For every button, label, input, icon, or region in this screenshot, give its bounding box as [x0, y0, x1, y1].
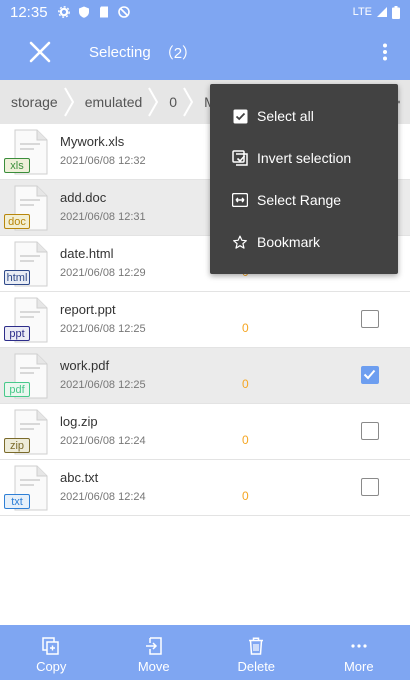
- file-size: 0: [242, 321, 249, 335]
- select-checkbox[interactable]: [361, 366, 379, 384]
- signal-icon: [377, 7, 387, 17]
- menu-item-select-all[interactable]: Select all: [210, 95, 398, 137]
- file-size: 0: [242, 377, 249, 391]
- file-row[interactable]: zip log.zip 2021/06/08 12:24 0: [0, 404, 410, 460]
- file-row[interactable]: txt abc.txt 2021/06/08 12:24 0: [0, 460, 410, 516]
- close-icon: [29, 41, 51, 63]
- overflow-menu: Select all Invert selection Select Range…: [210, 84, 398, 274]
- delete-label: Delete: [237, 659, 276, 674]
- breadcrumb-storage[interactable]: storage: [0, 94, 64, 110]
- settings-icon: [57, 6, 70, 18]
- file-extension-label: ppt: [4, 326, 30, 341]
- file-name: log.zip: [60, 414, 98, 429]
- breadcrumb-emulated[interactable]: emulated: [74, 94, 149, 110]
- menu-item-label: Select Range: [257, 192, 342, 208]
- file-date: 2021/06/08 12:25: [60, 323, 146, 335]
- breadcrumb-0[interactable]: 0: [158, 94, 183, 110]
- file-extension-label: xls: [4, 158, 30, 173]
- bottom-action-bar: Copy Move Delete More: [0, 625, 410, 680]
- no-sync-icon: [117, 6, 130, 18]
- file-extension-label: doc: [4, 214, 30, 229]
- move-icon: [145, 635, 163, 657]
- file-row[interactable]: ppt report.ppt 2021/06/08 12:25 0: [0, 292, 410, 348]
- star-outline-icon: [232, 234, 248, 250]
- page-title: Selecting: [89, 43, 151, 61]
- select-range-icon: [232, 192, 248, 208]
- more-vert-icon: [383, 43, 387, 61]
- invert-selection-icon: [232, 150, 248, 166]
- close-button[interactable]: [0, 24, 80, 80]
- chevron-right-icon: [148, 87, 159, 117]
- overflow-menu-button[interactable]: [360, 24, 410, 80]
- menu-item-label: Select all: [257, 108, 314, 124]
- file-name: abc.txt: [60, 470, 99, 485]
- chevron-right-icon: [183, 87, 194, 117]
- more-label: More: [343, 659, 374, 674]
- menu-item-label: Invert selection: [257, 150, 352, 166]
- file-name: add.doc: [60, 190, 107, 205]
- battery-icon: [392, 5, 400, 19]
- copy-button[interactable]: Copy: [0, 625, 103, 680]
- file-extension-label: txt: [4, 494, 30, 509]
- file-size: 0: [242, 433, 249, 447]
- menu-item-label: Bookmark: [257, 234, 321, 250]
- file-date: 2021/06/08 12:24: [60, 491, 146, 503]
- check-icon: [363, 369, 376, 380]
- select-checkbox[interactable]: [361, 310, 379, 328]
- menu-item-select-range[interactable]: Select Range: [210, 179, 398, 221]
- file-extension-label: zip: [4, 438, 30, 453]
- status-time: 12:35: [10, 3, 48, 21]
- app-bar: Selecting （2）: [0, 24, 410, 80]
- copy-label: Copy: [36, 659, 67, 674]
- checkbox-icon: [232, 108, 248, 124]
- selection-count: （2）: [158, 44, 198, 62]
- file-extension-label: pdf: [4, 382, 30, 397]
- more-button[interactable]: More: [308, 625, 410, 680]
- file-name: work.pdf: [60, 358, 110, 373]
- select-checkbox[interactable]: [361, 422, 379, 440]
- menu-item-bookmark[interactable]: Bookmark: [210, 221, 398, 263]
- file-date: 2021/06/08 12:32: [60, 155, 146, 167]
- move-label: Move: [137, 659, 170, 674]
- more-dots-icon: [351, 635, 367, 657]
- file-name: Mywork.xls: [60, 134, 125, 149]
- file-extension-label: html: [4, 270, 30, 285]
- network-label: LTE: [352, 6, 372, 18]
- file-size: 0: [242, 489, 249, 503]
- file-date: 2021/06/08 12:25: [60, 379, 146, 391]
- status-bar: 12:35 LTE: [0, 0, 410, 24]
- shield-icon: [78, 6, 89, 18]
- sd-card-icon: [99, 6, 108, 18]
- trash-icon: [248, 635, 264, 657]
- file-row[interactable]: pdf work.pdf 2021/06/08 12:25 0: [0, 348, 410, 404]
- select-checkbox[interactable]: [361, 478, 379, 496]
- chevron-right-icon: [63, 87, 74, 117]
- file-name: date.html: [60, 246, 114, 261]
- move-button[interactable]: Move: [103, 625, 206, 680]
- file-date: 2021/06/08 12:24: [60, 435, 146, 447]
- file-date: 2021/06/08 12:29: [60, 267, 146, 279]
- delete-button[interactable]: Delete: [205, 625, 308, 680]
- status-right: LTE: [352, 5, 400, 19]
- menu-item-invert-selection[interactable]: Invert selection: [210, 137, 398, 179]
- file-date: 2021/06/08 12:31: [60, 211, 146, 223]
- copy-icon: [42, 635, 60, 657]
- file-name: report.ppt: [60, 302, 116, 317]
